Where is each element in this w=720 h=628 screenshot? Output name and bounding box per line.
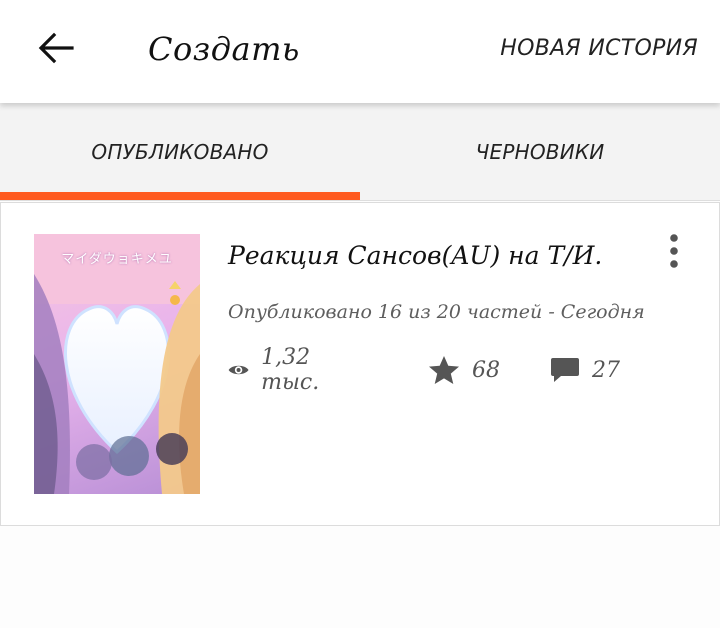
arrow-back-icon — [38, 32, 74, 64]
votes-stat: 68 — [428, 350, 500, 390]
new-story-button[interactable]: НОВАЯ ИСТОРИЯ — [500, 36, 698, 61]
reads-stat: 1,32 тыс. — [228, 345, 332, 395]
story-card[interactable]: マイダウョキメユ Реакция Сансов(AU) на Т/И. Опуб… — [0, 202, 720, 526]
tab-published[interactable]: ОПУБЛИКОВАНО — [0, 103, 360, 200]
comment-icon — [551, 358, 579, 382]
story-title[interactable]: Реакция Сансов(AU) на Т/И. — [228, 241, 602, 270]
back-button[interactable] — [30, 26, 82, 70]
app-header: Создать НОВАЯ ИСТОРИЯ — [0, 0, 720, 103]
comments-count: 27 — [592, 357, 620, 383]
cover-illustration — [34, 234, 200, 494]
story-options-button[interactable] — [659, 231, 689, 271]
story-cover[interactable]: マイダウョキメユ — [34, 234, 200, 494]
page-title: Создать — [148, 30, 300, 68]
tab-bar: ОПУБЛИКОВАНО ЧЕРНОВИКИ — [0, 103, 720, 201]
comments-stat: 27 — [550, 350, 620, 390]
votes-count: 68 — [472, 357, 500, 383]
more-vertical-icon — [670, 234, 678, 268]
reads-count: 1,32 тыс. — [261, 345, 320, 395]
tab-drafts[interactable]: ЧЕРНОВИКИ — [360, 103, 720, 200]
eye-icon — [228, 365, 249, 375]
story-meta: Опубликовано 16 из 20 частей - Сегодня — [228, 301, 645, 323]
cover-title-text: マイダウョキメユ — [61, 252, 173, 267]
active-tab-indicator — [0, 192, 360, 200]
star-icon — [429, 356, 459, 384]
